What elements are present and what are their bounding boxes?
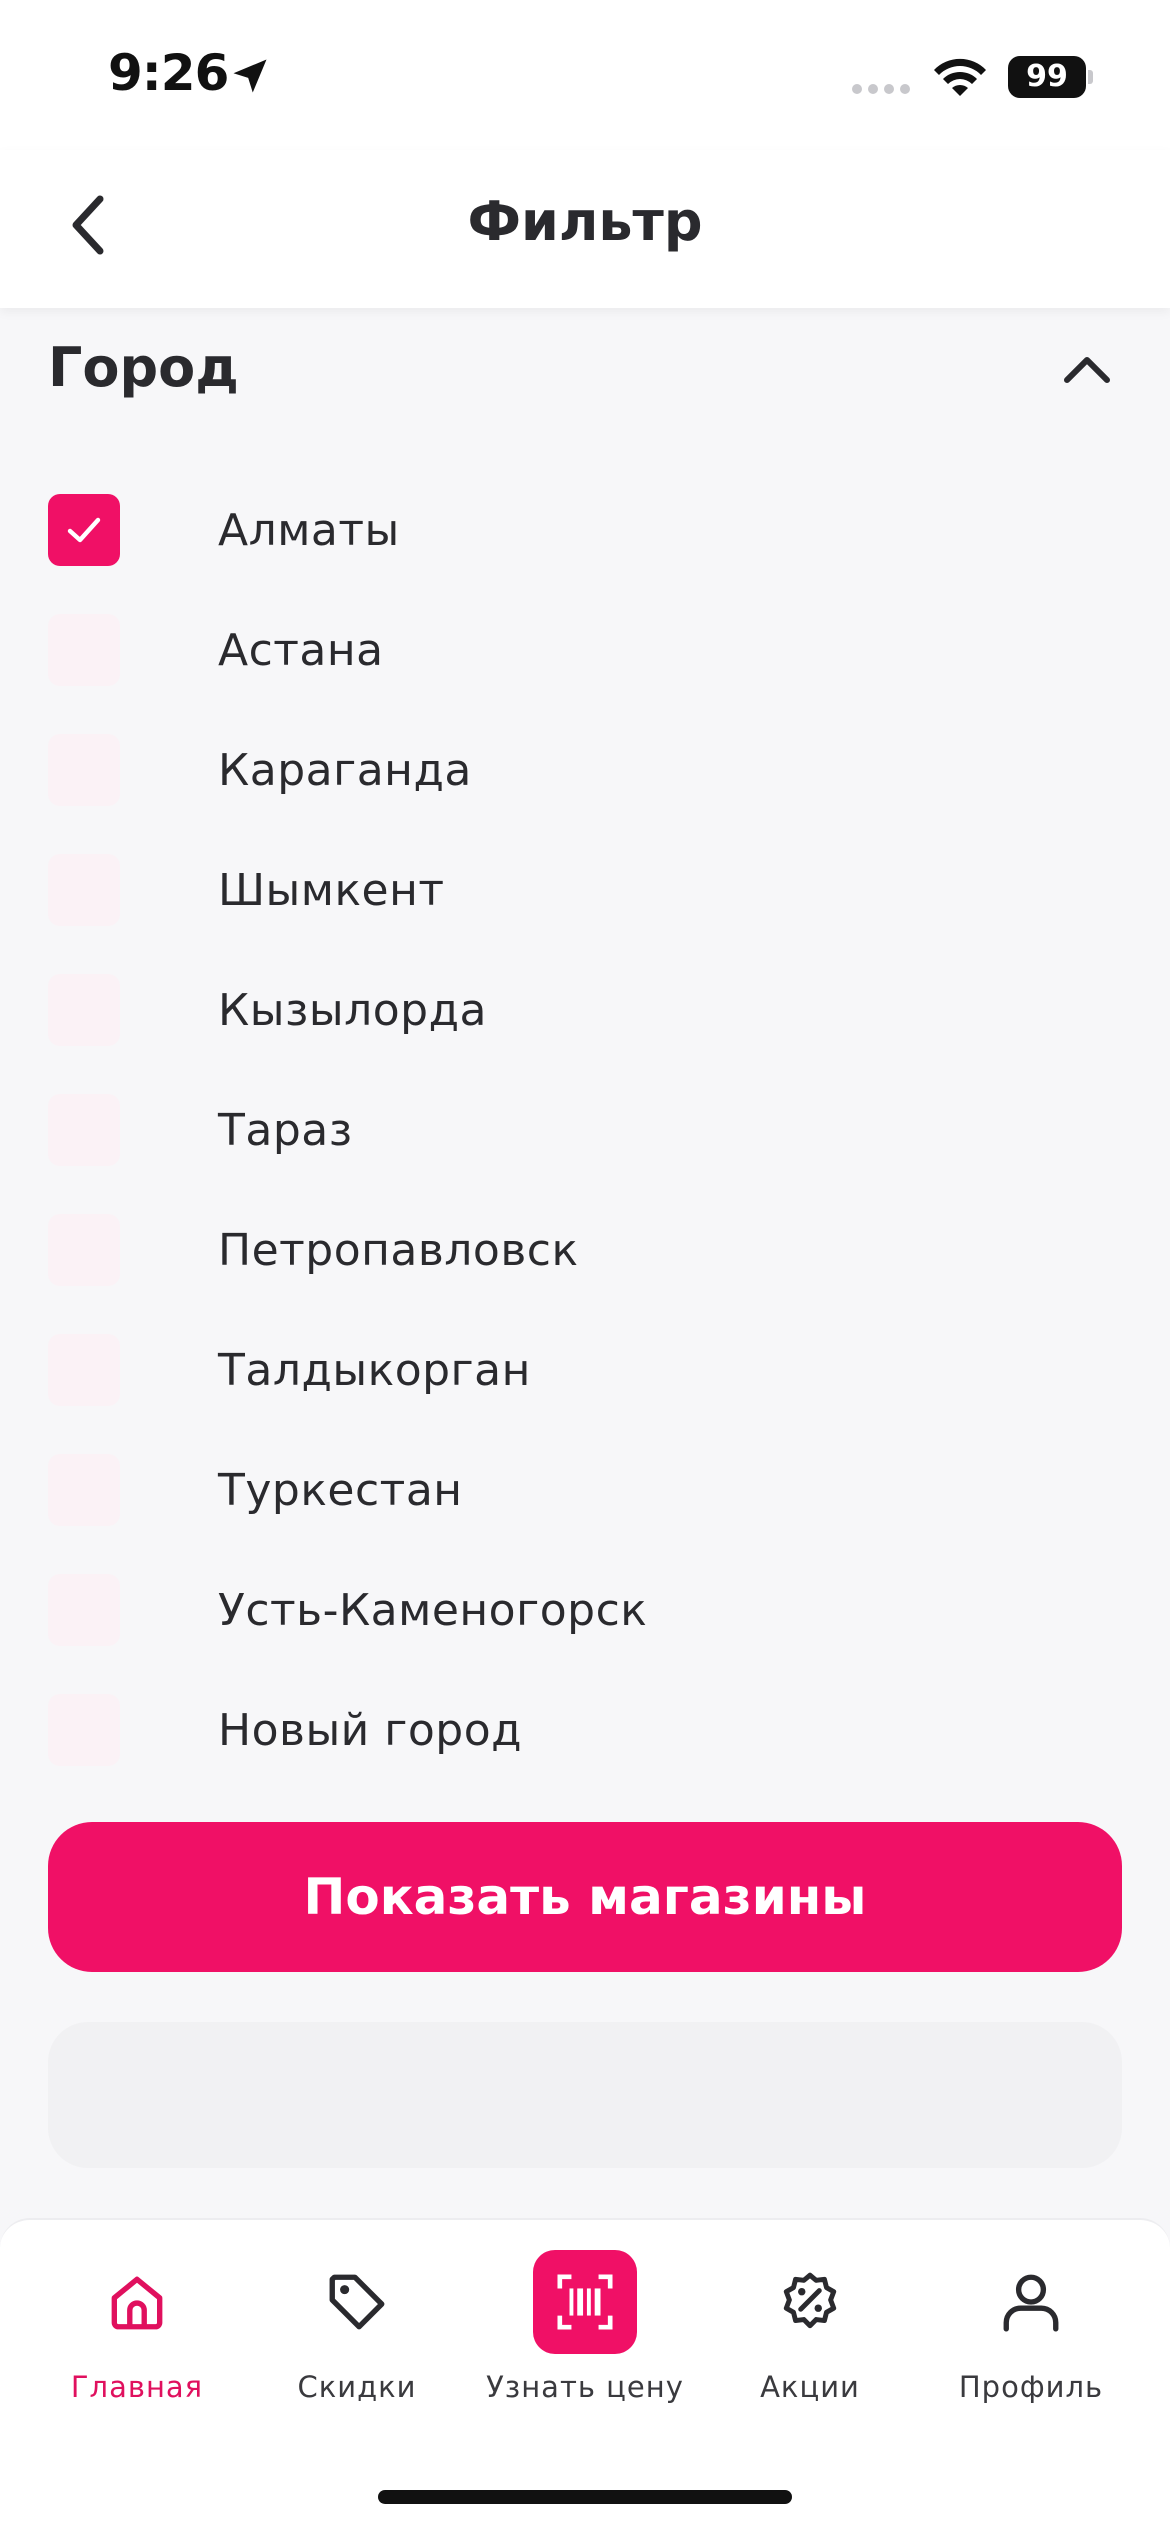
city-option[interactable]: Алматы [48,470,1122,590]
tab-home[interactable]: Главная [27,2250,247,2430]
tab-label: Узнать цену [486,2370,684,2404]
show-stores-button[interactable]: Показать магазины [48,1822,1122,1972]
city-label: Талдыкорган [218,1344,531,1396]
placeholder-card [48,2022,1122,2168]
checkbox[interactable] [48,734,120,806]
tab-icon-wrap [533,2250,637,2354]
city-label: Алматы [218,504,400,556]
nav-header: Фильтр [0,150,1170,308]
tab-profile[interactable]: Профиль [921,2250,1141,2430]
checkbox[interactable] [48,494,120,566]
page-title: Фильтр [467,190,703,253]
city-option[interactable]: Туркестан [48,1430,1122,1550]
checkmark-icon [67,517,101,543]
city-label: Петропавловск [218,1224,579,1276]
city-label: Караганда [218,744,472,796]
percent-badge-icon [783,2272,837,2329]
tab-icon-wrap [979,2250,1083,2354]
city-label: Кызылорда [218,984,487,1036]
city-label: Тараз [218,1104,353,1156]
battery-tip [1088,70,1093,84]
city-option[interactable]: Новый город [48,1670,1122,1790]
battery-indicator: 99 [1008,56,1086,98]
city-option[interactable]: Шымкент [48,830,1122,950]
home-indicator [378,2490,792,2504]
city-label: Туркестан [218,1464,463,1516]
city-label: Шымкент [218,864,445,916]
checkbox[interactable] [48,1694,120,1766]
city-label: Новый город [218,1704,523,1756]
checkbox[interactable] [48,974,120,1046]
wifi-icon [934,58,986,96]
city-list: Алматы Астана Караганда Шымкент Кызылорд… [48,470,1122,1790]
tab-label: Акции [760,2370,860,2404]
city-option[interactable]: Тараз [48,1070,1122,1190]
checkbox[interactable] [48,1454,120,1526]
city-option[interactable]: Кызылорда [48,950,1122,1070]
tab-icon-wrap [85,2250,189,2354]
tab-icon-wrap [305,2250,409,2354]
profile-icon [1003,2274,1059,2332]
section-title: Город [48,336,239,399]
checkbox[interactable] [48,1334,120,1406]
city-option[interactable]: Усть-Каменогорск [48,1550,1122,1670]
city-option[interactable]: Петропавловск [48,1190,1122,1310]
chevron-up-icon [1064,357,1110,383]
tab-label: Профиль [958,2370,1104,2404]
checkbox[interactable] [48,1574,120,1646]
checkbox[interactable] [48,1214,120,1286]
city-label: Астана [218,624,384,676]
tab-label: Скидки [297,2370,417,2404]
tag-icon [329,2274,385,2330]
checkbox[interactable] [48,614,120,686]
status-bar: 9:26 99 [0,0,1170,150]
barcode-scan-icon [557,2274,613,2330]
tab-check-price[interactable]: Узнать цену [475,2250,695,2430]
location-arrow-icon [233,59,267,93]
tab-icon-wrap [758,2250,862,2354]
city-label: Усть-Каменогорск [218,1584,648,1636]
bottom-tab-bar: Главная Скидки Узнать цену Акции Профиль [0,2218,1170,2532]
tab-discounts[interactable]: Скидки [247,2250,467,2430]
city-section-header[interactable]: Город [48,330,1122,410]
city-option[interactable]: Астана [48,590,1122,710]
tab-label: Главная [70,2370,204,2404]
status-time: 9:26 [108,44,229,102]
filter-screen: 9:26 99 Фильтр Город Алматы Астана Караг… [0,0,1170,2532]
checkbox[interactable] [48,1094,120,1166]
collapse-button[interactable] [1052,340,1122,400]
tab-promotions[interactable]: Акции [700,2250,920,2430]
cellular-signal-icon [852,84,910,94]
city-option[interactable]: Караганда [48,710,1122,830]
checkbox[interactable] [48,854,120,926]
home-icon [111,2276,163,2330]
city-option[interactable]: Талдыкорган [48,1310,1122,1430]
